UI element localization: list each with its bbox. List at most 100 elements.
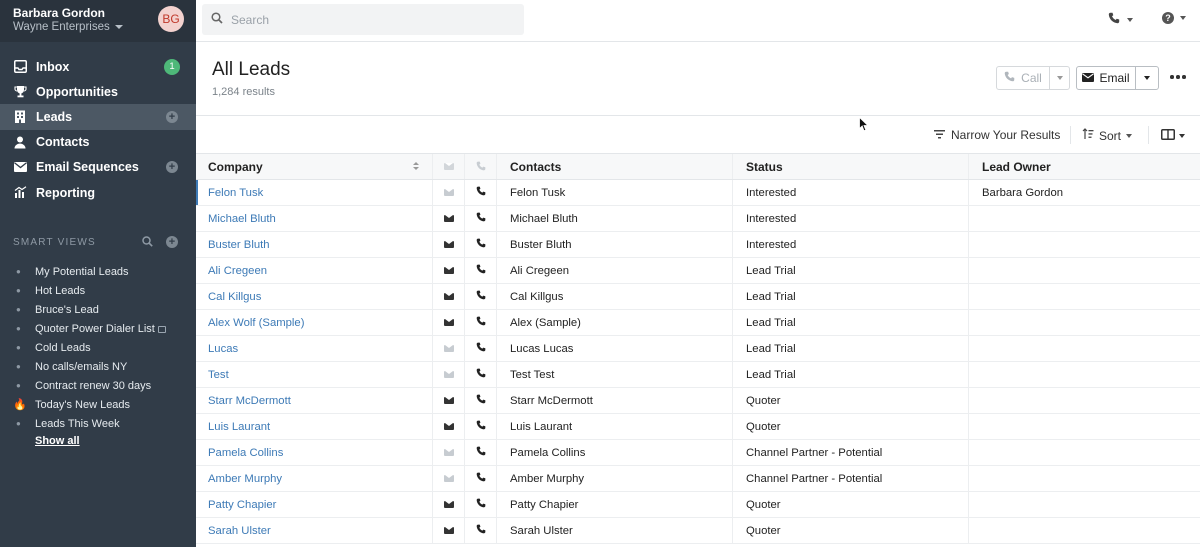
nav-item-email-sequences[interactable]: Email Sequences +: [0, 155, 196, 180]
email-cell[interactable]: [433, 180, 465, 205]
email-cell[interactable]: [433, 440, 465, 465]
company-link[interactable]: Buster Bluth: [196, 232, 433, 257]
smart-view-item[interactable]: 🔥 Today's New Leads: [0, 395, 196, 414]
smart-view-item[interactable]: ● Quoter Power Dialer List: [0, 319, 196, 338]
company-link[interactable]: Sarah Ulster: [196, 518, 433, 543]
smart-view-item[interactable]: ● Bruce's Lead: [0, 300, 196, 319]
company-link[interactable]: Alex Wolf (Sample): [196, 310, 433, 335]
table-row[interactable]: Luis Laurant Luis Laurant Quoter: [196, 414, 1200, 440]
company-link[interactable]: Pamela Collins: [196, 440, 433, 465]
call-button[interactable]: Call: [997, 67, 1050, 89]
column-header-contacts[interactable]: Contacts: [497, 154, 733, 179]
email-cell[interactable]: [433, 492, 465, 517]
call-dropdown-button[interactable]: [1050, 76, 1069, 80]
phone-cell[interactable]: [465, 284, 497, 309]
email-cell[interactable]: [433, 336, 465, 361]
phone-cell[interactable]: [465, 180, 497, 205]
email-cell[interactable]: [433, 466, 465, 491]
company-link[interactable]: Felon Tusk: [196, 180, 433, 205]
phone-cell[interactable]: [465, 258, 497, 283]
company-link[interactable]: Ali Cregeen: [196, 258, 433, 283]
table-row[interactable]: Test Test Test Lead Trial: [196, 362, 1200, 388]
nav-item-leads[interactable]: Leads +: [0, 104, 196, 130]
table-row[interactable]: Amber Murphy Amber Murphy Channel Partner …: [196, 466, 1200, 492]
phone-cell[interactable]: [465, 336, 497, 361]
phone-cell[interactable]: [465, 518, 497, 543]
envelope-icon: [443, 501, 454, 508]
help-menu-button[interactable]: ?: [1162, 12, 1186, 24]
sort-toggle-icon[interactable]: [413, 162, 419, 170]
column-header-email[interactable]: [433, 154, 465, 179]
sort-button[interactable]: Sort: [1082, 128, 1133, 143]
phone-cell[interactable]: [465, 440, 497, 465]
email-cell[interactable]: [433, 518, 465, 543]
table-row[interactable]: Buster Bluth Buster Bluth Interested: [196, 232, 1200, 258]
add-smart-view-button[interactable]: +: [166, 236, 178, 248]
phone-icon: [476, 524, 486, 537]
phone-cell[interactable]: [465, 206, 497, 231]
nav-item-opportunities[interactable]: Opportunities: [0, 79, 196, 104]
table-row[interactable]: Alex Wolf (Sample) Alex (Sample) Lead Tria…: [196, 310, 1200, 336]
phone-cell[interactable]: [465, 310, 497, 335]
smart-view-item[interactable]: ● Hot Leads: [0, 281, 196, 300]
phone-cell[interactable]: [465, 414, 497, 439]
column-header-owner[interactable]: Lead Owner: [969, 154, 1200, 179]
phone-cell[interactable]: [465, 388, 497, 413]
email-cell[interactable]: [433, 258, 465, 283]
smart-view-item[interactable]: ● My Potential Leads: [0, 262, 196, 281]
more-options-icon[interactable]: [1170, 75, 1186, 79]
email-cell[interactable]: [433, 414, 465, 439]
smart-view-item[interactable]: ● Leads This Week: [0, 414, 196, 433]
smart-view-item[interactable]: ● Contract renew 30 days: [0, 376, 196, 395]
company-link[interactable]: Luis Laurant: [196, 414, 433, 439]
table-row[interactable]: Felon Tusk Felon Tusk Interested Barbara Go…: [196, 180, 1200, 206]
email-button-group: Email: [1076, 66, 1159, 90]
email-cell[interactable]: [433, 310, 465, 335]
columns-button[interactable]: [1161, 128, 1185, 143]
nav-item-reporting[interactable]: Reporting: [0, 180, 196, 205]
add-lead-button[interactable]: +: [166, 110, 178, 123]
table-row[interactable]: Patty Chapier Patty Chapier Quoter: [196, 492, 1200, 518]
account-switcher[interactable]: Barbara Gordon Wayne Enterprises BG: [0, 0, 196, 42]
email-dropdown-button[interactable]: [1136, 76, 1158, 80]
email-cell[interactable]: [433, 232, 465, 257]
column-header-company[interactable]: Company: [196, 154, 433, 179]
table-row[interactable]: Starr McDermott Starr McDermott Quoter: [196, 388, 1200, 414]
show-all-link[interactable]: Show all: [0, 433, 196, 449]
avatar[interactable]: BG: [158, 6, 184, 32]
email-cell[interactable]: [433, 388, 465, 413]
smart-view-item[interactable]: ● Cold Leads: [0, 338, 196, 357]
phone-menu-button[interactable]: [1108, 12, 1133, 27]
table-row[interactable]: Sarah Ulster Sarah Ulster Quoter: [196, 518, 1200, 544]
narrow-results-button[interactable]: Narrow Your Results: [934, 128, 1060, 142]
nav-item-inbox[interactable]: Inbox 1: [0, 54, 196, 79]
smart-view-item[interactable]: ● No calls/emails NY: [0, 357, 196, 376]
email-cell[interactable]: [433, 284, 465, 309]
company-link[interactable]: Test: [196, 362, 433, 387]
column-header-phone[interactable]: [465, 154, 497, 179]
email-cell[interactable]: [433, 206, 465, 231]
phone-cell[interactable]: [465, 466, 497, 491]
phone-cell[interactable]: [465, 232, 497, 257]
table-row[interactable]: Michael Bluth Michael Bluth Interested: [196, 206, 1200, 232]
table-row[interactable]: Lucas Lucas Lucas Lead Trial: [196, 336, 1200, 362]
search-input[interactable]: [231, 12, 511, 27]
company-link[interactable]: Amber Murphy: [196, 466, 433, 491]
table-row[interactable]: Ali Cregeen Ali Cregeen Lead Trial: [196, 258, 1200, 284]
column-header-status[interactable]: Status: [733, 154, 969, 179]
company-link[interactable]: Lucas: [196, 336, 433, 361]
email-button[interactable]: Email: [1077, 67, 1136, 89]
search-box[interactable]: [202, 4, 524, 35]
company-link[interactable]: Michael Bluth: [196, 206, 433, 231]
company-link[interactable]: Starr McDermott: [196, 388, 433, 413]
add-sequence-button[interactable]: +: [166, 161, 178, 174]
phone-cell[interactable]: [465, 492, 497, 517]
company-link[interactable]: Cal Killgus: [196, 284, 433, 309]
email-cell[interactable]: [433, 362, 465, 387]
search-icon[interactable]: [142, 236, 153, 250]
company-link[interactable]: Patty Chapier: [196, 492, 433, 517]
table-row[interactable]: Cal Killgus Cal Killgus Lead Trial: [196, 284, 1200, 310]
nav-item-contacts[interactable]: Contacts: [0, 130, 196, 155]
table-row[interactable]: Pamela Collins Pamela Collins Channel Part…: [196, 440, 1200, 466]
phone-cell[interactable]: [465, 362, 497, 387]
